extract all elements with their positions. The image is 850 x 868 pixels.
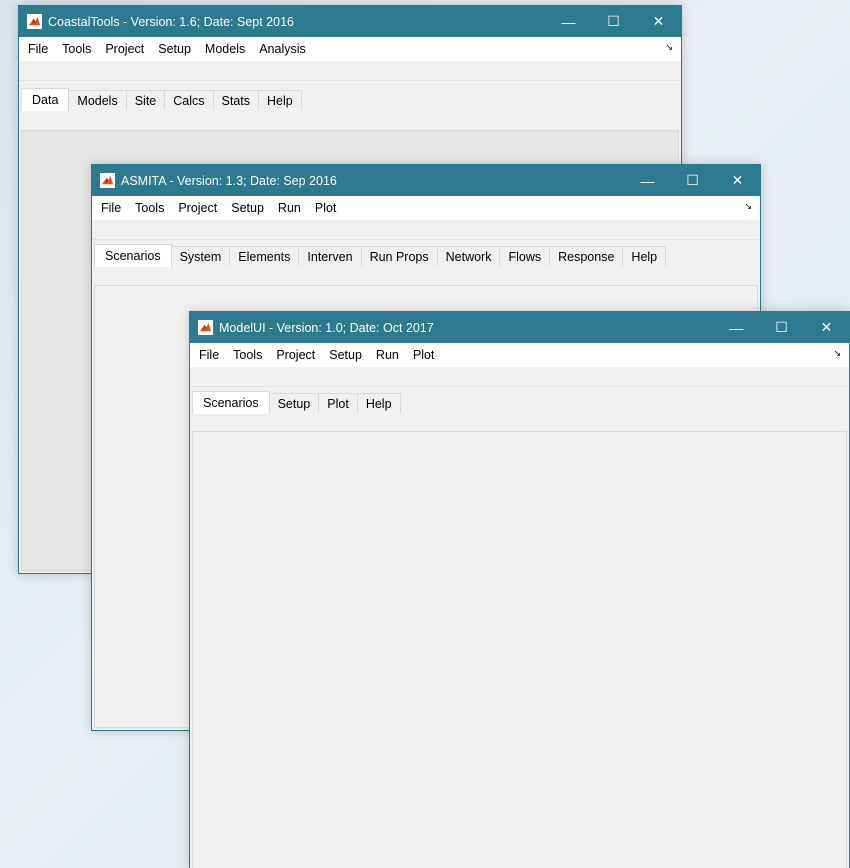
- menubar: File Tools Project Setup Run Plot ↘: [92, 196, 760, 221]
- tab-panel: [192, 431, 847, 868]
- menu-file[interactable]: File: [190, 348, 226, 362]
- menu-models[interactable]: Models: [198, 42, 252, 56]
- menu-project[interactable]: Project: [98, 42, 151, 56]
- dock-arrow-icon[interactable]: ↘: [744, 201, 752, 212]
- tab-interven[interactable]: Interven: [298, 246, 362, 266]
- tab-elements[interactable]: Elements: [229, 246, 300, 266]
- menu-run[interactable]: Run: [369, 348, 406, 362]
- menu-file[interactable]: File: [19, 42, 55, 56]
- menu-tools[interactable]: Tools: [226, 348, 269, 362]
- tab-calcs[interactable]: Calcs: [164, 90, 214, 110]
- matlab-icon: [27, 14, 42, 29]
- window-title: ASMITA - Version: 1.3; Date: Sep 2016: [121, 173, 337, 188]
- tab-site[interactable]: Site: [125, 90, 166, 110]
- maximize-button[interactable]: ☐: [759, 312, 804, 343]
- tab-system[interactable]: System: [170, 246, 231, 266]
- menu-plot[interactable]: Plot: [406, 348, 442, 362]
- tab-help[interactable]: Help: [356, 393, 401, 413]
- tab-stats[interactable]: Stats: [212, 90, 260, 110]
- menu-file[interactable]: File: [92, 201, 128, 215]
- toolstrip: [190, 368, 849, 387]
- menu-project[interactable]: Project: [269, 348, 322, 362]
- close-button[interactable]: ✕: [715, 165, 760, 196]
- menu-project[interactable]: Project: [171, 201, 224, 215]
- close-button[interactable]: ✕: [804, 312, 849, 343]
- menu-plot[interactable]: Plot: [308, 201, 344, 215]
- menubar: File Tools Project Setup Run Plot ↘: [190, 343, 849, 368]
- close-button[interactable]: ✕: [636, 6, 681, 37]
- asmita-titlebar[interactable]: ASMITA - Version: 1.3; Date: Sep 2016 — …: [92, 165, 760, 196]
- tab-scenarios[interactable]: Scenarios: [94, 244, 172, 267]
- menu-tools[interactable]: Tools: [55, 42, 98, 56]
- tab-row: Scenarios System Elements Interven Run P…: [92, 244, 760, 267]
- tab-setup[interactable]: Setup: [268, 393, 320, 413]
- menu-tools[interactable]: Tools: [128, 201, 171, 215]
- tab-help[interactable]: Help: [258, 90, 302, 110]
- tab-data[interactable]: Data: [21, 88, 70, 111]
- coastaltools-titlebar[interactable]: CoastalTools - Version: 1.6; Date: Sept …: [19, 6, 681, 37]
- window-title: ModelUI - Version: 1.0; Date: Oct 2017: [219, 320, 434, 335]
- matlab-icon: [198, 320, 213, 335]
- menu-run[interactable]: Run: [271, 201, 308, 215]
- minimize-button[interactable]: —: [546, 6, 591, 37]
- tab-row: Scenarios Setup Plot Help: [190, 391, 849, 414]
- menu-setup[interactable]: Setup: [151, 42, 198, 56]
- tab-response[interactable]: Response: [549, 246, 624, 266]
- tab-flows[interactable]: Flows: [499, 246, 551, 266]
- tab-run-props[interactable]: Run Props: [360, 246, 438, 266]
- toolstrip: [92, 221, 760, 240]
- tab-network[interactable]: Network: [436, 246, 501, 266]
- minimize-button[interactable]: —: [625, 165, 670, 196]
- tab-plot[interactable]: Plot: [318, 393, 358, 413]
- modelui-titlebar[interactable]: ModelUI - Version: 1.0; Date: Oct 2017 —…: [190, 312, 849, 343]
- menu-setup[interactable]: Setup: [224, 201, 271, 215]
- tab-models[interactable]: Models: [68, 90, 127, 110]
- menu-setup[interactable]: Setup: [322, 348, 369, 362]
- dock-arrow-icon[interactable]: ↘: [833, 348, 841, 359]
- minimize-button[interactable]: —: [714, 312, 759, 343]
- tab-help[interactable]: Help: [622, 246, 667, 266]
- tab-row: Data Models Site Calcs Stats Help: [19, 88, 681, 111]
- toolstrip: [19, 62, 681, 81]
- dock-arrow-icon[interactable]: ↘: [665, 42, 673, 53]
- menubar: File Tools Project Setup Models Analysis…: [19, 37, 681, 62]
- maximize-button[interactable]: ☐: [670, 165, 715, 196]
- modelui-window: ModelUI - Version: 1.0; Date: Oct 2017 —…: [189, 311, 850, 868]
- tab-scenarios[interactable]: Scenarios: [192, 391, 270, 414]
- maximize-button[interactable]: ☐: [591, 6, 636, 37]
- window-title: CoastalTools - Version: 1.6; Date: Sept …: [48, 14, 294, 29]
- matlab-icon: [100, 173, 115, 188]
- menu-analysis[interactable]: Analysis: [252, 42, 313, 56]
